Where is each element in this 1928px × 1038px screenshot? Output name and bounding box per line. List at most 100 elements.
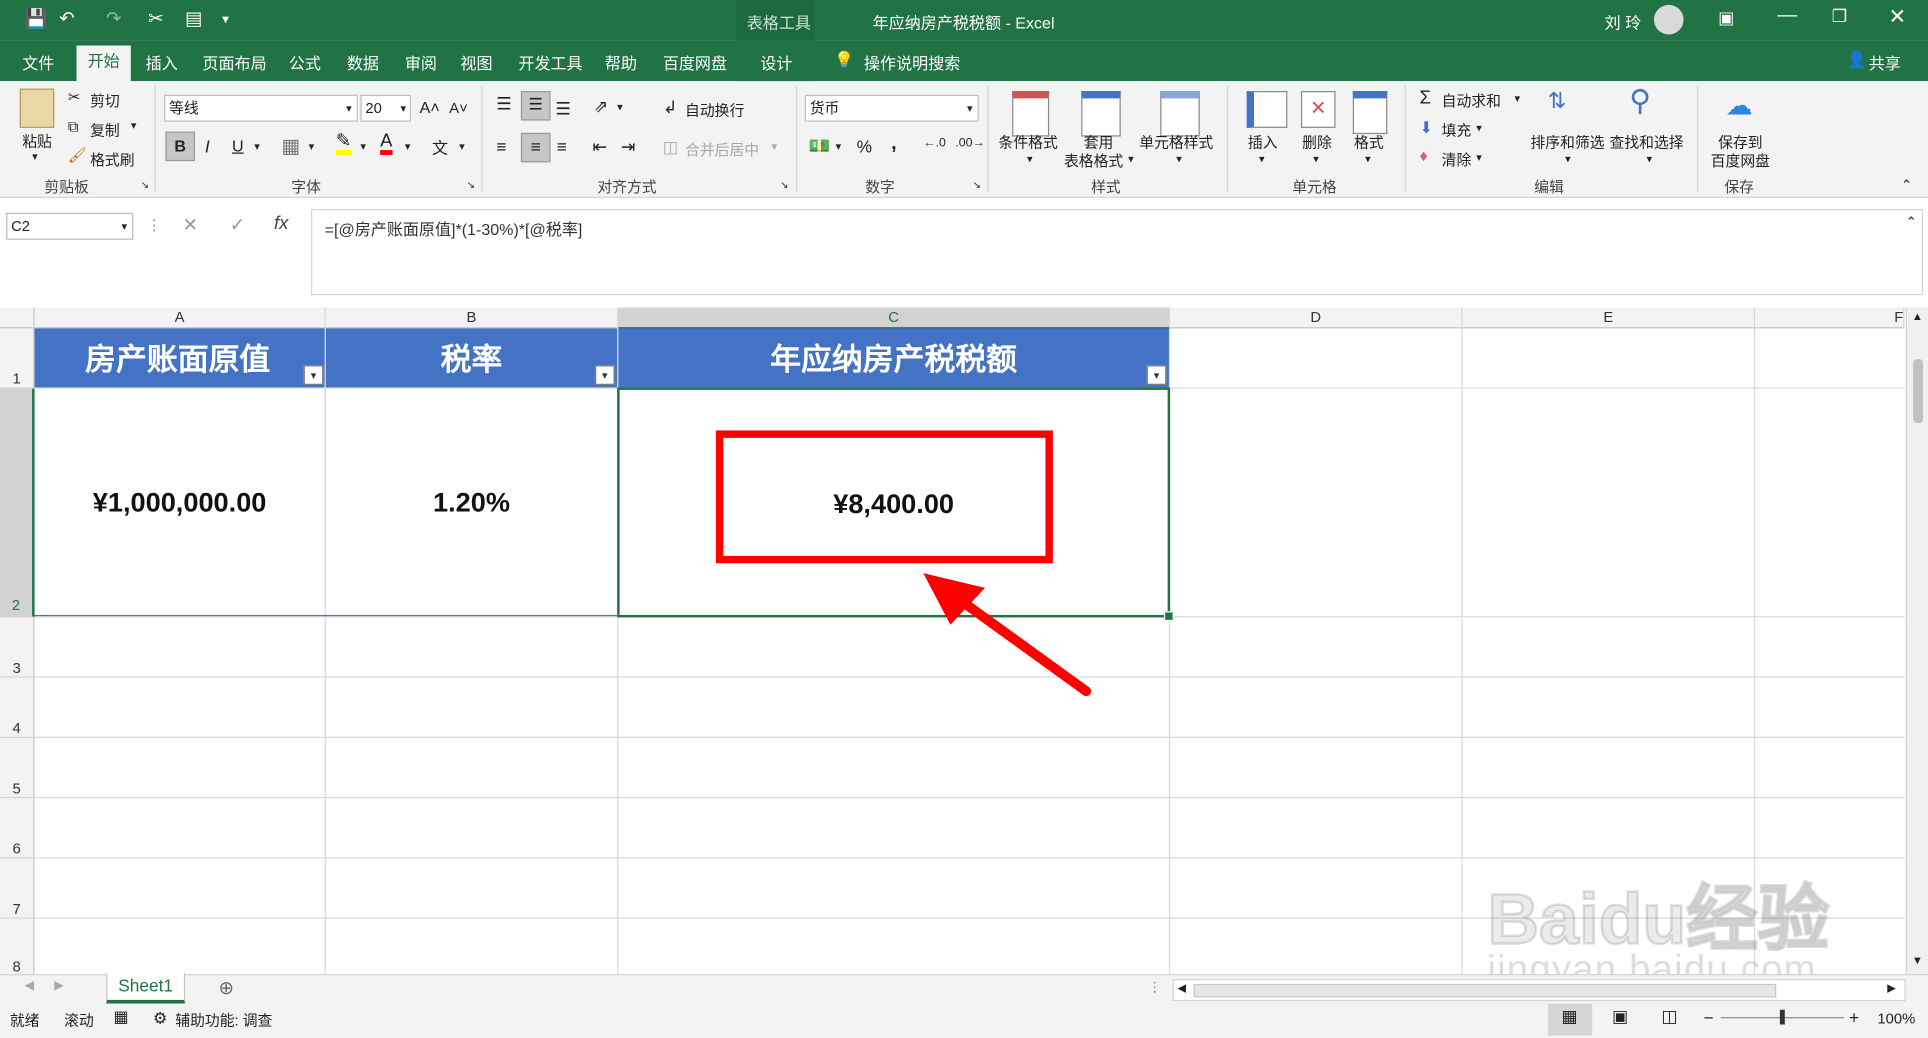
row-header-6[interactable]: 6: [0, 798, 35, 859]
save-icon[interactable]: 💾: [25, 7, 48, 30]
collapse-ribbon-icon[interactable]: ⌃: [1901, 177, 1912, 193]
column-header-e[interactable]: E: [1462, 307, 1756, 329]
row-header-3[interactable]: 3: [0, 617, 35, 678]
share-icon[interactable]: 👤: [1847, 50, 1867, 70]
column-header-d[interactable]: D: [1170, 307, 1463, 329]
fill-handle[interactable]: [1163, 611, 1174, 622]
phonetic-dropdown-icon[interactable]: ▾: [459, 140, 465, 154]
tab-file[interactable]: 文件: [22, 50, 54, 73]
sheet-tab-sheet1[interactable]: Sheet1: [106, 972, 186, 1004]
horizontal-scroll-thumb[interactable]: [1193, 983, 1777, 998]
format-as-table-icon[interactable]: [1081, 91, 1121, 137]
format-dropdown-icon[interactable]: ▾: [1365, 153, 1371, 167]
font-size-dropdown-icon[interactable]: ▾: [400, 96, 406, 121]
align-center-icon[interactable]: ≡: [520, 132, 551, 163]
align-top-icon[interactable]: ☰: [496, 93, 512, 114]
phonetic-icon[interactable]: 文: [432, 135, 448, 158]
normal-view-icon[interactable]: ▦: [1561, 1006, 1577, 1027]
increase-font-icon[interactable]: A˄: [420, 98, 440, 116]
accounting-format-icon[interactable]: 💵: [808, 135, 830, 156]
wrap-text-icon[interactable]: ↲: [663, 97, 677, 118]
row-header-2[interactable]: 2: [0, 388, 35, 618]
fill-color-dropdown-icon[interactable]: ▾: [360, 140, 366, 154]
row-header-7[interactable]: 7: [0, 858, 35, 919]
underline-button[interactable]: U: [232, 137, 244, 155]
macro-record-icon[interactable]: ▦: [114, 1007, 129, 1027]
font-color-icon[interactable]: A: [380, 132, 393, 155]
number-format-dropdown-icon[interactable]: ▾: [967, 96, 973, 121]
close-icon[interactable]: ✕: [1888, 5, 1906, 30]
cell-styles-dropdown-icon[interactable]: ▾: [1176, 153, 1182, 167]
tab-formulas[interactable]: 公式: [289, 50, 321, 73]
cut-icon[interactable]: ✂: [68, 89, 80, 106]
zoom-level[interactable]: 100%: [1877, 1010, 1915, 1027]
percent-style-button[interactable]: %: [857, 137, 872, 157]
align-bottom-icon[interactable]: ☰: [555, 98, 571, 119]
cell-a2-value[interactable]: ¥1,000,000.00: [35, 487, 325, 519]
tab-review[interactable]: 审阅: [405, 50, 437, 73]
customize-quick-access-icon[interactable]: ▾: [222, 11, 229, 27]
insert-cells-button[interactable]: 插入: [1248, 132, 1278, 153]
paste-icon[interactable]: [19, 88, 55, 128]
decrease-indent-icon[interactable]: ⇤: [592, 137, 606, 158]
select-all-corner[interactable]: [0, 307, 35, 329]
scroll-right-icon[interactable]: ▶: [1887, 981, 1896, 995]
vertical-scrollbar[interactable]: ▲ ▼: [1905, 307, 1928, 975]
accessibility-icon[interactable]: ⚙: [153, 1009, 167, 1029]
border-icon[interactable]: ▦: [281, 134, 300, 159]
clear-icon[interactable]: ♦: [1419, 146, 1427, 164]
autosum-dropdown-icon[interactable]: ▾: [1514, 92, 1520, 106]
filter-dropdown-icon[interactable]: ▾: [594, 365, 615, 385]
table-header-cell-c[interactable]: 年应纳房产税税额: [618, 328, 1169, 388]
tab-help[interactable]: 帮助: [605, 50, 637, 73]
scroll-left-icon[interactable]: ◀: [1178, 981, 1187, 995]
filter-dropdown-icon[interactable]: ▾: [303, 365, 324, 385]
fill-icon[interactable]: ⬇: [1419, 118, 1432, 138]
font-launcher-icon[interactable]: ↘: [467, 180, 475, 191]
format-as-table-dropdown-icon[interactable]: ▾: [1128, 153, 1134, 167]
zoom-in-icon[interactable]: +: [1849, 1007, 1859, 1027]
formula-input[interactable]: =[@房产账面原值]*(1-30%)*[@税率] ⌃: [311, 209, 1924, 296]
tab-design[interactable]: 设计: [760, 50, 792, 73]
page-break-view-icon[interactable]: ◫: [1661, 1006, 1677, 1027]
minimize-icon[interactable]: —: [1777, 5, 1797, 27]
column-header-a[interactable]: A: [34, 307, 326, 329]
enter-formula-icon[interactable]: ✓: [230, 214, 246, 236]
scroll-up-icon[interactable]: ▲: [1912, 310, 1923, 322]
zoom-out-icon[interactable]: −: [1703, 1007, 1713, 1027]
conditional-formatting-button[interactable]: 条件格式: [999, 132, 1058, 153]
paste-button[interactable]: 粘贴: [22, 130, 52, 151]
column-header-c[interactable]: C: [618, 307, 1171, 330]
scroll-down-icon[interactable]: ▼: [1912, 954, 1923, 966]
increase-indent-icon[interactable]: ⇥: [621, 137, 635, 158]
cut-quick-icon[interactable]: ✂: [148, 7, 164, 30]
zoom-slider-thumb[interactable]: [1779, 1009, 1785, 1025]
format-painter-icon[interactable]: 🖌: [68, 146, 87, 163]
table-header-cell-b[interactable]: 税率: [325, 328, 618, 388]
horizontal-scrollbar[interactable]: ◀ ▶: [1172, 979, 1906, 1002]
orientation-icon[interactable]: ⇗: [594, 96, 608, 117]
format-cells-icon[interactable]: [1352, 91, 1388, 135]
copy-button[interactable]: 复制: [90, 119, 120, 140]
conditional-dropdown-icon[interactable]: ▾: [1027, 153, 1033, 167]
tab-home[interactable]: 开始: [76, 45, 131, 82]
split-handle-icon[interactable]: ⋮: [1148, 979, 1162, 995]
align-left-icon[interactable]: ≡: [496, 137, 506, 157]
bold-button[interactable]: B: [165, 131, 196, 162]
fill-button[interactable]: 填充: [1442, 119, 1472, 140]
delete-cells-button[interactable]: 删除: [1302, 132, 1332, 153]
decrease-font-icon[interactable]: A˅: [449, 100, 468, 117]
next-sheet-icon[interactable]: ▶: [54, 979, 64, 993]
alignment-launcher-icon[interactable]: ↘: [780, 180, 788, 191]
font-name-dropdown-icon[interactable]: ▾: [346, 96, 352, 121]
tab-baidu-netdisk[interactable]: 百度网盘: [663, 50, 727, 73]
cancel-formula-icon[interactable]: ✕: [183, 214, 199, 236]
column-header-f[interactable]: F: [1755, 307, 1905, 329]
tab-data[interactable]: 数据: [347, 50, 379, 73]
clipboard-launcher-icon[interactable]: ↘: [141, 180, 149, 191]
copy-icon[interactable]: ⧉: [68, 118, 79, 136]
cell-styles-button[interactable]: 单元格样式: [1139, 132, 1213, 153]
merge-center-icon[interactable]: ◫: [663, 138, 678, 158]
fill-dropdown-icon[interactable]: ▾: [1476, 122, 1482, 136]
cut-button[interactable]: 剪切: [90, 90, 120, 111]
